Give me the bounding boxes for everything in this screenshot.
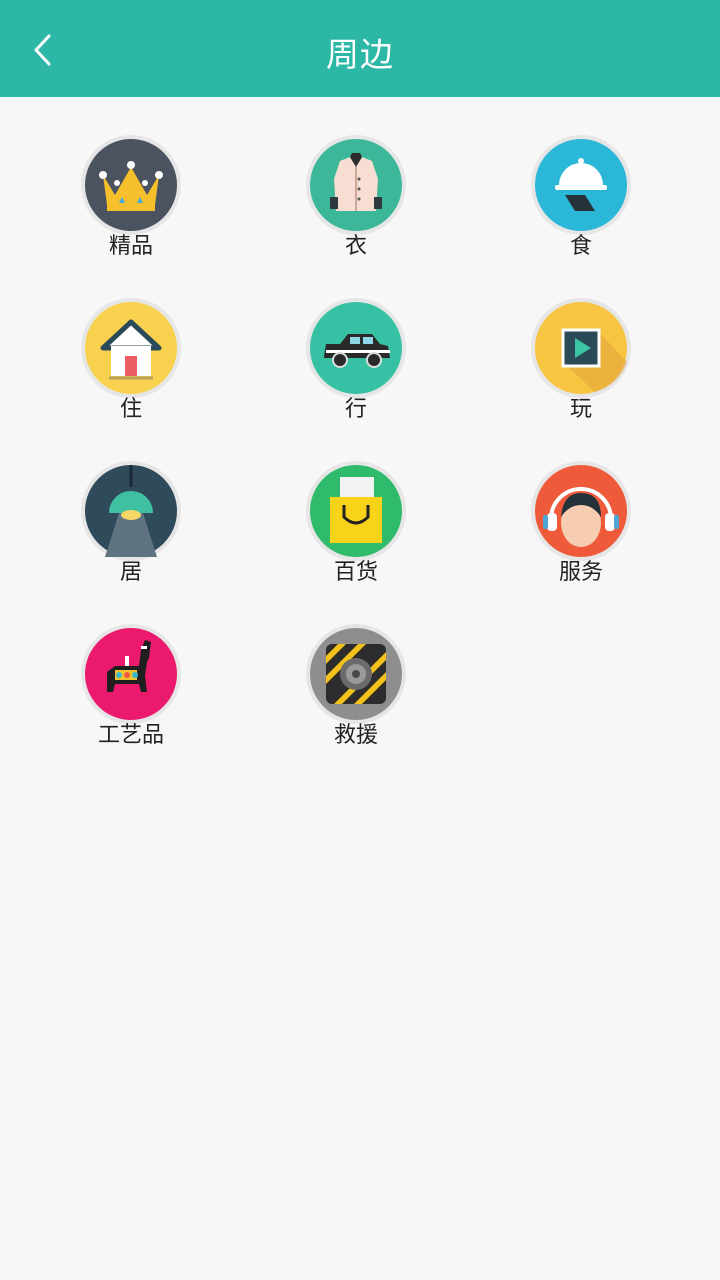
coat-icon — [306, 135, 406, 235]
category-item-clothing[interactable]: 衣 — [256, 135, 456, 285]
play-icon — [531, 298, 631, 398]
house-icon — [81, 298, 181, 398]
category-item-food[interactable]: 食 — [481, 135, 681, 285]
rescue-gear-icon — [306, 624, 406, 724]
category-label: 住 — [119, 397, 142, 422]
shopping-bag-icon — [306, 461, 406, 561]
top-bar: 周边 — [0, 0, 720, 97]
category-label: 救援 — [333, 723, 378, 748]
category-item-boutique[interactable]: 精品 — [31, 135, 231, 285]
category-item-play[interactable]: 玩 — [481, 298, 681, 448]
category-item-rescue[interactable]: 救援 — [256, 624, 456, 774]
category-item-travel[interactable]: 行 — [256, 298, 456, 448]
food-cloche-icon — [531, 135, 631, 235]
category-label: 行 — [344, 397, 367, 422]
category-item-lodging[interactable]: 住 — [31, 298, 231, 448]
category-item-home[interactable]: 居 — [31, 461, 231, 611]
category-item-service[interactable]: 服务 — [481, 461, 681, 611]
ceiling-lamp-icon — [81, 461, 181, 561]
category-label: 百货 — [333, 560, 378, 585]
category-label: 食 — [569, 234, 592, 259]
crown-icon — [81, 135, 181, 235]
category-label: 居 — [119, 560, 142, 585]
page-title: 周边 — [326, 35, 394, 74]
category-label: 服务 — [558, 560, 603, 585]
category-label: 工艺品 — [97, 723, 164, 748]
category-item-department-store[interactable]: 百货 — [256, 461, 456, 611]
category-label: 衣 — [344, 234, 367, 259]
craft-alpaca-icon — [81, 624, 181, 724]
category-item-handicraft[interactable]: 工艺品 — [31, 624, 231, 774]
headset-agent-icon — [531, 461, 631, 561]
category-label: 精品 — [108, 234, 153, 259]
category-label: 玩 — [569, 397, 592, 422]
car-icon — [306, 298, 406, 398]
